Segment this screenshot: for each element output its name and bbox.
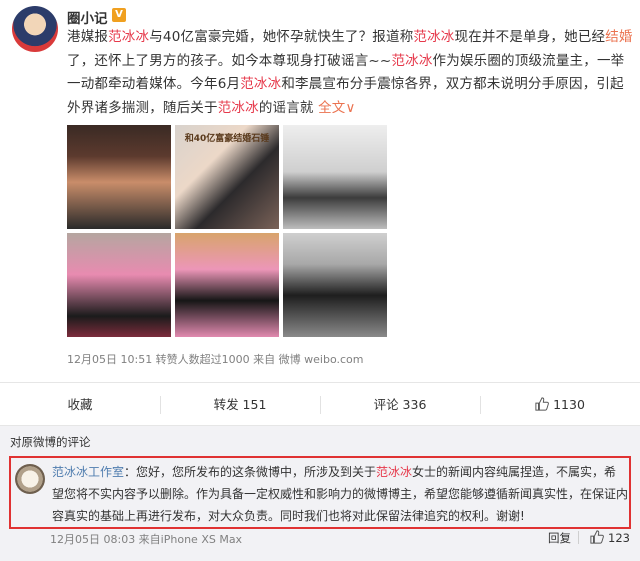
thumbs-up-icon [535, 397, 549, 411]
comment-text: 范冰冰工作室：您好，您所发布的这条微博中，所涉及到关于范冰冰女士的新闻内容纯属捏… [52, 465, 629, 523]
thumbs-up-icon [590, 530, 604, 544]
chevron-down-icon: ∨ [345, 99, 356, 116]
expand-full-text-link[interactable]: 全文∨ [318, 100, 356, 116]
collect-button[interactable]: 收藏 [0, 383, 160, 427]
photo-thumbnail[interactable] [175, 233, 279, 337]
photo-thumbnail[interactable] [283, 125, 387, 229]
keyword-link[interactable]: 范冰冰 [108, 29, 149, 45]
photo-thumbnail[interactable]: 和40亿富豪结婚石锤 [175, 125, 279, 229]
comment-button[interactable]: 评论 336 [320, 383, 480, 427]
photo-thumbnail[interactable] [67, 233, 171, 337]
user-avatar[interactable] [12, 6, 58, 52]
weibo-post: 圈小记 V 港媒报范冰冰与40亿富豪完婚，她怀孕就快生了？报道称范冰冰现在并不是… [0, 0, 640, 382]
keyword-link[interactable]: 范冰冰 [391, 53, 432, 69]
username[interactable]: 圈小记 [67, 7, 108, 27]
photo-thumbnail[interactable] [283, 233, 387, 337]
photo-grid: 和40亿富豪结婚石锤 [67, 125, 387, 340]
like-count: 1130 [553, 397, 585, 412]
post-meta: 12月05日 10:51 转赞人数超过1000 来自 微博 weibo.com [67, 353, 364, 366]
comments-header: 对原微博的评论 [10, 435, 91, 449]
commenter-avatar[interactable] [15, 464, 45, 494]
keyword-link[interactable]: 范冰冰 [413, 29, 454, 45]
photo-thumbnail[interactable] [67, 125, 171, 229]
comment-like-count: 123 [608, 531, 630, 545]
keyword-link[interactable]: 范冰冰 [240, 76, 281, 92]
post-text: 港媒报范冰冰与40亿富豪完婚，她怀孕就快生了？报道称范冰冰现在并不是单身，她已经… [67, 29, 633, 116]
topic-link[interactable]: 结婚 [605, 29, 632, 45]
like-button[interactable]: 1130 [480, 383, 640, 427]
photo-caption: 和40亿富豪结婚石锤 [184, 134, 270, 144]
divider [578, 531, 579, 544]
comment-meta: 12月05日 08:03 来自iPhone XS Max [50, 533, 243, 546]
keyword-link[interactable]: 范冰冰 [218, 100, 259, 116]
reply-button[interactable]: 回复 [548, 530, 571, 546]
verified-badge-icon: V [112, 8, 126, 22]
repost-button[interactable]: 转发 151 [160, 383, 320, 427]
action-bar: 收藏 转发 151 评论 336 1130 [0, 382, 640, 426]
keyword-link[interactable]: 范冰冰 [376, 465, 412, 479]
commenter-name[interactable]: 范冰冰工作室 [52, 465, 124, 479]
comment-like-button[interactable]: 123 [590, 530, 630, 545]
